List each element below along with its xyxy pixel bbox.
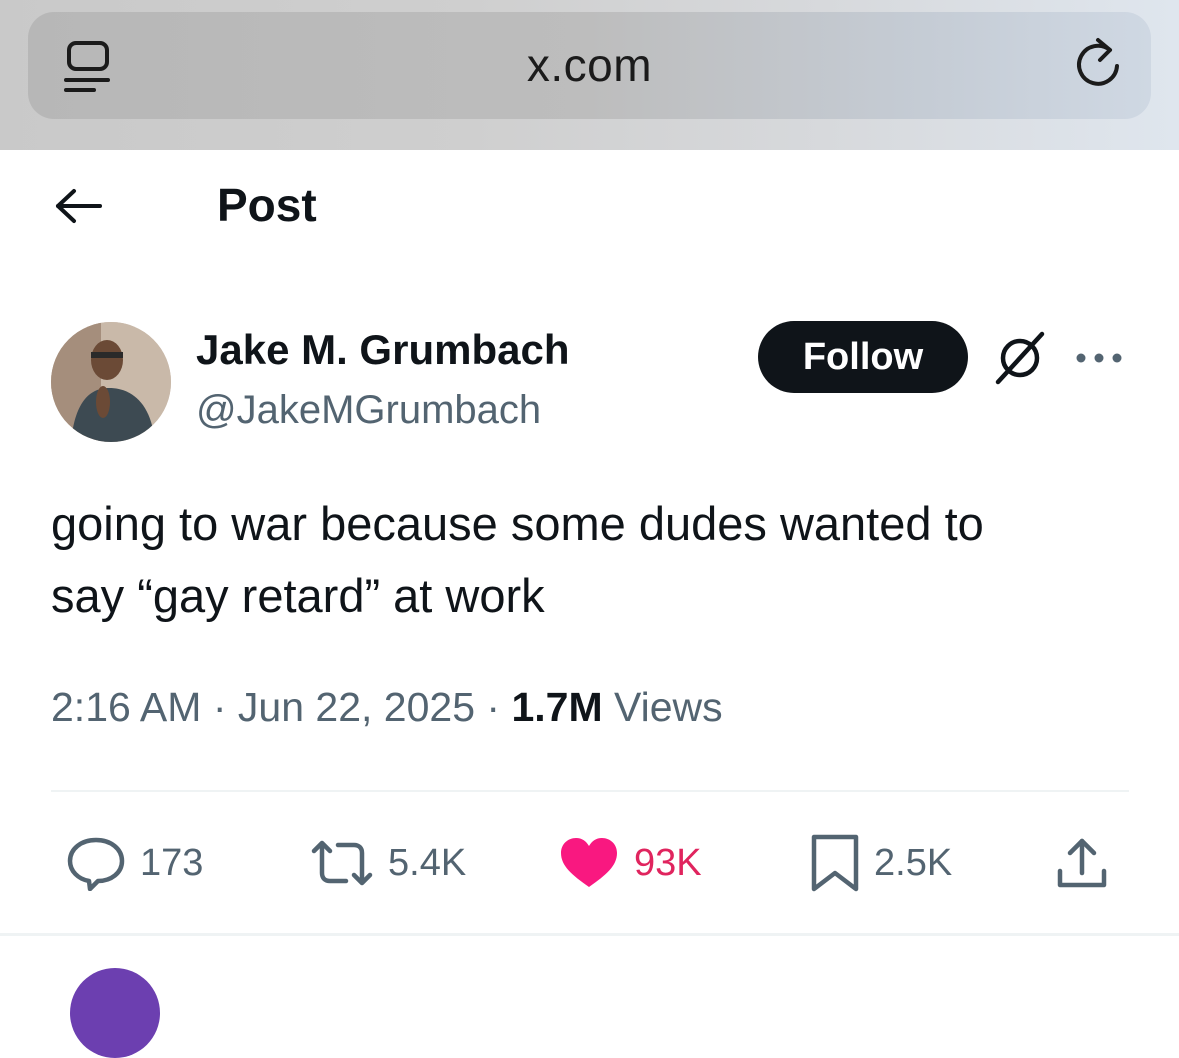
avatar[interactable] bbox=[70, 968, 160, 1058]
follow-button[interactable]: Follow bbox=[758, 321, 968, 393]
meta-separator: · bbox=[486, 684, 501, 730]
browser-toolbar: x.com bbox=[0, 0, 1179, 150]
tweet-date[interactable]: Jun 22, 2025 bbox=[238, 684, 475, 730]
grok-icon[interactable] bbox=[992, 330, 1048, 386]
tweet-text: going to war because some dudes wanted t… bbox=[51, 488, 1131, 632]
author-handle[interactable]: @JakeMGrumbach bbox=[196, 388, 541, 433]
divider bbox=[0, 933, 1179, 936]
reply-icon bbox=[67, 837, 125, 891]
page-title: Post bbox=[217, 179, 317, 231]
back-arrow-icon[interactable] bbox=[52, 183, 104, 229]
bookmark-button[interactable]: 2.5K bbox=[810, 834, 952, 892]
heart-icon bbox=[561, 838, 617, 887]
avatar-photo bbox=[51, 322, 171, 442]
repost-button[interactable]: 5.4K bbox=[310, 834, 466, 892]
divider bbox=[51, 790, 1129, 792]
avatar[interactable] bbox=[51, 322, 171, 442]
views-label: Views bbox=[614, 684, 723, 730]
tweet-text-line: say “gay retard” at work bbox=[51, 569, 545, 622]
meta-separator: · bbox=[212, 684, 227, 730]
tweet-time[interactable]: 2:16 AM bbox=[51, 684, 201, 730]
views-count[interactable]: 1.7M bbox=[511, 684, 602, 730]
bookmark-count: 2.5K bbox=[874, 841, 953, 884]
reply-button[interactable]: 173 bbox=[66, 834, 203, 892]
repost-count: 5.4K bbox=[388, 841, 467, 884]
share-button[interactable] bbox=[1054, 834, 1110, 892]
tweet-text-line: going to war because some dudes wanted t… bbox=[51, 497, 984, 550]
reply-count: 173 bbox=[140, 841, 204, 884]
author-name[interactable]: Jake M. Grumbach bbox=[196, 326, 569, 374]
bookmark-icon bbox=[811, 834, 859, 892]
like-count: 93K bbox=[634, 841, 702, 884]
more-icon[interactable] bbox=[1074, 348, 1124, 368]
share-icon bbox=[1057, 838, 1107, 888]
repost-icon bbox=[311, 840, 373, 886]
url-text[interactable]: x.com bbox=[0, 38, 1179, 92]
tweet-meta: 2:16 AM · Jun 22, 2025 · 1.7M Views bbox=[51, 684, 723, 731]
like-button[interactable]: 93K bbox=[558, 834, 702, 892]
reload-icon[interactable] bbox=[1070, 36, 1126, 92]
